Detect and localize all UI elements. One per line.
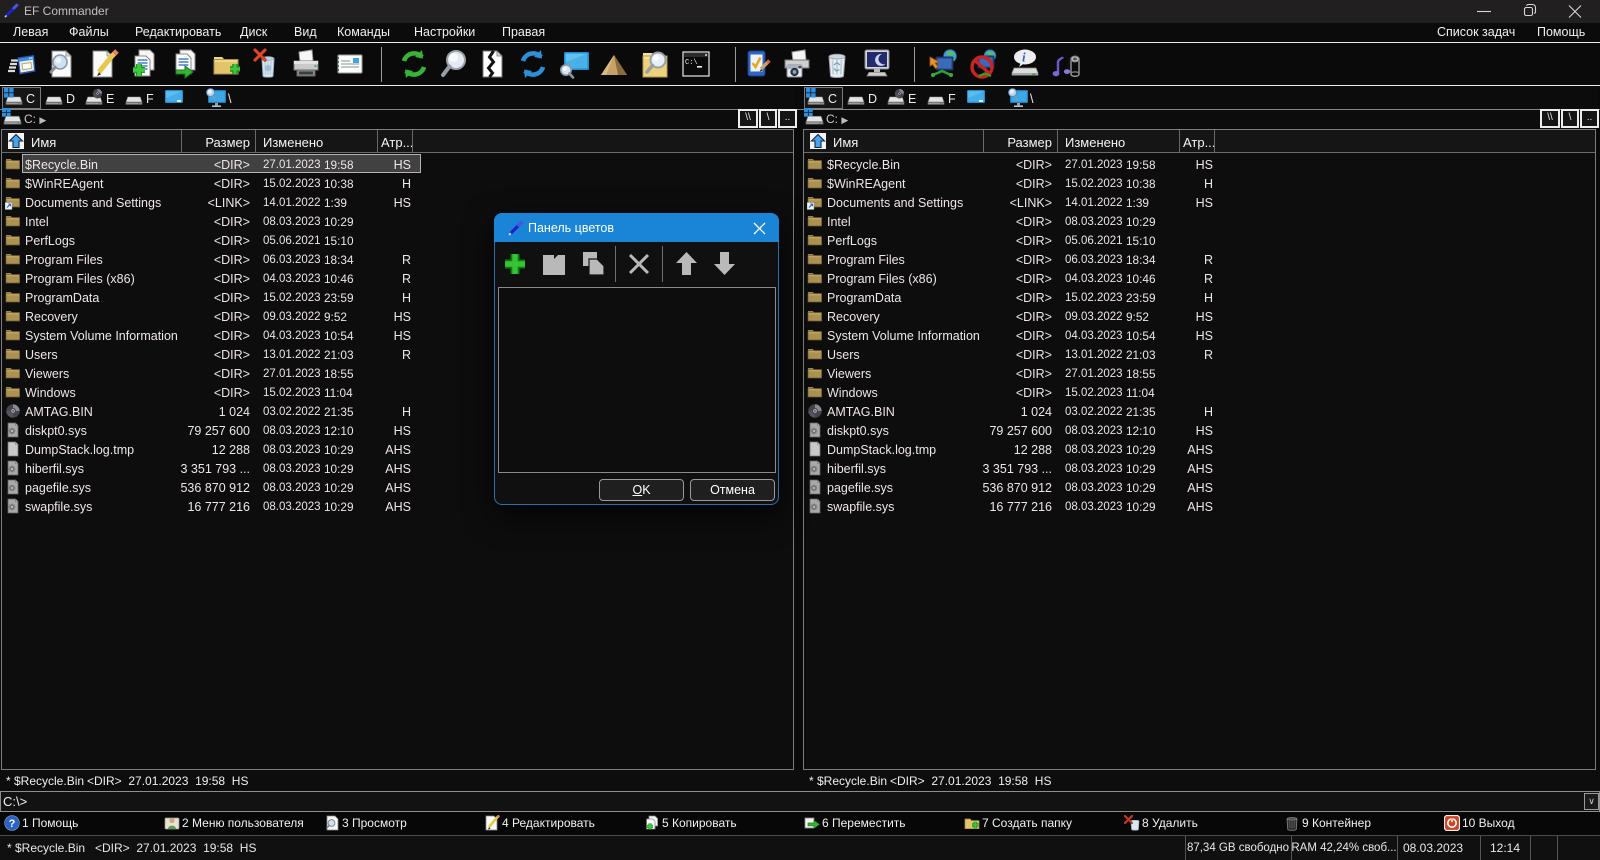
- svg-text:?: ?: [9, 818, 16, 830]
- svg-text:i: i: [1022, 50, 1026, 65]
- svg-text:C:\: C:\: [685, 59, 698, 67]
